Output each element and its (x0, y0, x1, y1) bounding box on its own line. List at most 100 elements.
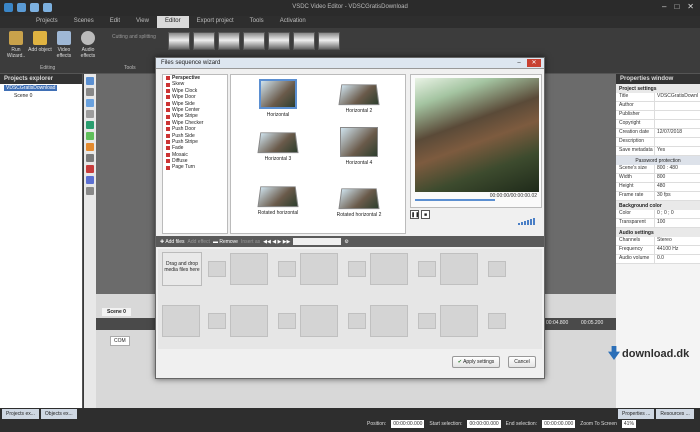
tree-scene[interactable]: Scene 0 (0, 92, 82, 100)
sequence-slot[interactable] (488, 261, 506, 277)
effect-thumb[interactable] (218, 32, 240, 50)
property-row[interactable]: Copyright (616, 120, 700, 129)
property-row[interactable]: Title VDSCGratisDownl (616, 93, 700, 102)
ellipse-tool-icon[interactable] (86, 132, 94, 140)
timeline-track-label[interactable]: COM (110, 336, 130, 346)
transition-thumb[interactable]: Horizontal 3 (243, 131, 313, 162)
line-tool-icon[interactable] (86, 110, 94, 118)
sequence-slot[interactable] (418, 261, 436, 277)
sequence-slot[interactable] (418, 313, 436, 329)
zoom-value[interactable]: 41% (621, 420, 636, 428)
audio-tool-icon[interactable] (86, 176, 94, 184)
objects-explorer-tab[interactable]: Objects ex... (40, 409, 77, 419)
menu-tools[interactable]: Tools (242, 16, 272, 28)
menu-scenes[interactable]: Scenes (66, 16, 102, 28)
menu-activation[interactable]: Activation (272, 16, 314, 28)
transition-thumb[interactable]: Rotated horizontal 2 (324, 187, 394, 218)
hand-tool-icon[interactable] (86, 88, 94, 96)
tree-project[interactable]: VDSCGratisDownload (0, 84, 82, 92)
dialog-minimize-icon[interactable]: – (514, 59, 524, 67)
effects-strip[interactable] (168, 32, 340, 50)
property-row[interactable]: Scene's size 800 : 480 (616, 165, 700, 174)
sequence-slot[interactable] (300, 253, 338, 285)
zoom-label[interactable]: Zoom To Screen (578, 420, 619, 428)
pause-icon[interactable]: ❚❚ (410, 210, 419, 219)
sequence-slot[interactable] (440, 305, 478, 337)
projects-explorer-tab[interactable]: Projects ex... (2, 409, 39, 419)
sequence-slot[interactable] (370, 305, 408, 337)
menu-projects[interactable]: Projects (28, 16, 66, 28)
property-row[interactable]: Publisher (616, 111, 700, 120)
image-tool-icon[interactable] (86, 143, 94, 151)
transition-thumb[interactable]: Horizontal 2 (324, 83, 394, 114)
close-icon[interactable]: ✕ (687, 2, 694, 11)
sequence-slot[interactable] (300, 305, 338, 337)
property-row[interactable]: Color 0 ; 0 ; 0 (616, 210, 700, 219)
sequence-slot[interactable] (370, 253, 408, 285)
category-item[interactable]: Page Turn (163, 164, 227, 170)
volume-bars[interactable] (518, 218, 535, 225)
run-wizard-button[interactable]: Run Wizard.. (4, 31, 28, 59)
audio-effects-button[interactable]: Audio effects (76, 31, 100, 59)
sequence-slot[interactable] (348, 313, 366, 329)
properties-tab[interactable]: Properties ... (618, 409, 655, 419)
menu-editor[interactable]: Editor (156, 16, 189, 28)
text-tool-icon[interactable] (86, 99, 94, 107)
effect-thumb[interactable] (268, 32, 290, 50)
video-tool-icon[interactable] (86, 165, 94, 173)
sequence-slot[interactable] (230, 305, 268, 337)
insert-as-button[interactable]: Insert as (241, 239, 260, 245)
sequence-slot[interactable] (278, 261, 296, 277)
preview-progress[interactable] (415, 199, 495, 201)
sequence-slot[interactable] (440, 253, 478, 285)
remove-button[interactable]: ▬ Remove (213, 239, 238, 245)
effect-thumb[interactable] (243, 32, 265, 50)
minimize-icon[interactable]: – (662, 2, 666, 11)
property-row[interactable]: Height 480 (616, 183, 700, 192)
cancel-button[interactable]: Cancel (508, 356, 536, 368)
subtitle-tool-icon[interactable] (86, 187, 94, 195)
property-row[interactable]: Transparent 100 (616, 219, 700, 228)
sequence-slot[interactable] (488, 313, 506, 329)
property-row[interactable]: Width 800 (616, 174, 700, 183)
property-row[interactable]: Save metadata Yes (616, 147, 700, 156)
transition-thumb[interactable]: Horizontal (243, 79, 313, 118)
shape-tool-icon[interactable] (86, 121, 94, 129)
property-row[interactable]: Channels Stereo (616, 237, 700, 246)
move-arrows-icon[interactable]: ◀◀ ◀ ▶ ▶▶ (263, 239, 290, 245)
property-row[interactable]: Frequency 44100 Hz (616, 246, 700, 255)
resources-tab[interactable]: Resources ... (656, 409, 694, 419)
property-row[interactable]: Frame rate 30 fps (616, 192, 700, 201)
effect-thumb[interactable] (293, 32, 315, 50)
menu-view[interactable]: View (128, 16, 157, 28)
settings-icon[interactable]: ⚙ (344, 239, 348, 245)
transition-thumb[interactable]: Rotated horizontal (243, 185, 313, 216)
property-row[interactable]: Audio volume 0.0 (616, 255, 700, 264)
sequence-slot[interactable] (348, 261, 366, 277)
property-row[interactable]: Author (616, 102, 700, 111)
menu-edit[interactable]: Edit (102, 16, 128, 28)
chart-tool-icon[interactable] (86, 154, 94, 162)
add-object-button[interactable]: Add object (28, 31, 52, 53)
sequence-slot[interactable] (208, 313, 226, 329)
effect-thumb[interactable] (168, 32, 190, 50)
apply-settings-button[interactable]: ✔ Apply settings (452, 356, 500, 368)
sequence-slot[interactable] (162, 305, 200, 337)
effect-thumb[interactable] (318, 32, 340, 50)
duration-field[interactable] (293, 238, 342, 245)
dialog-close-icon[interactable]: ✕ (527, 59, 541, 67)
transition-thumb[interactable]: Horizontal 4 (324, 127, 394, 166)
property-row[interactable]: Creation date 12/07/2018 (616, 129, 700, 138)
add-files-button[interactable]: ✚ Add files (160, 239, 185, 245)
sequence-slot[interactable] (278, 313, 296, 329)
stop-icon[interactable]: ■ (421, 210, 430, 219)
password-protection-button[interactable]: Password protection (616, 156, 700, 165)
add-effect-button[interactable]: Add effect (188, 239, 210, 245)
timeline-scene-tab[interactable]: Scene 0 (102, 308, 131, 316)
sequence-slot[interactable] (208, 261, 226, 277)
sequence-slot[interactable] (230, 253, 268, 285)
effect-thumb[interactable] (193, 32, 215, 50)
cutting-splitting-label[interactable]: Cutting and splitting (112, 34, 156, 40)
property-row[interactable]: Description (616, 138, 700, 147)
pointer-tool-icon[interactable] (86, 77, 94, 85)
